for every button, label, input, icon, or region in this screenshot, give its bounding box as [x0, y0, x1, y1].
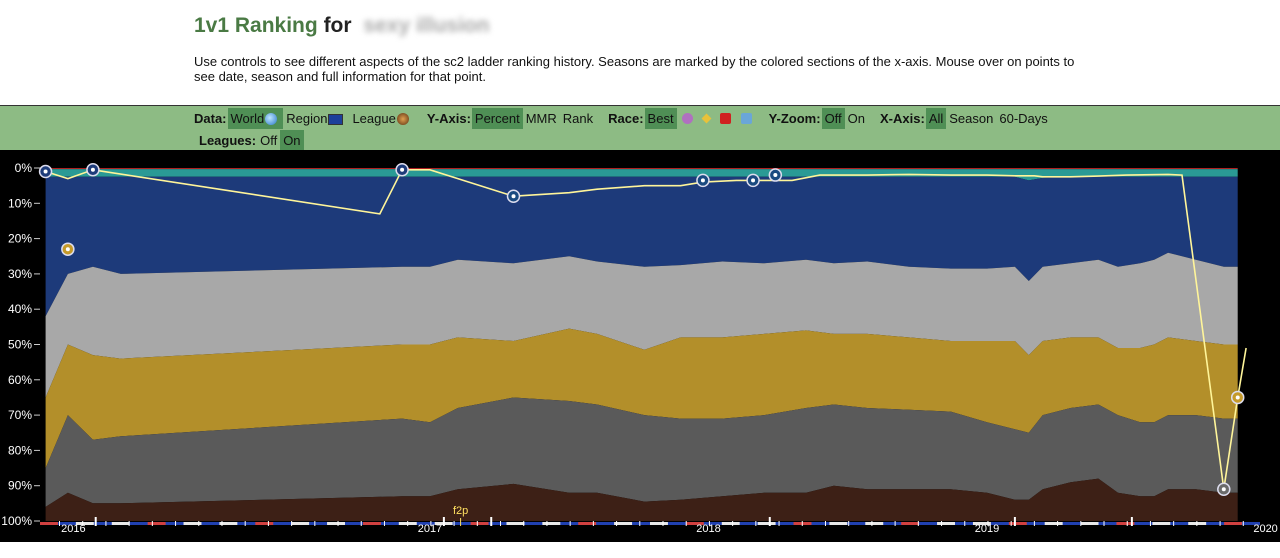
season-segment: [901, 522, 920, 525]
league-marker-gem: [43, 169, 48, 174]
season-segment: [506, 522, 525, 525]
x-axis-season-option[interactable]: Season: [946, 108, 996, 129]
f2p-annotation: f2p: [453, 505, 468, 517]
protoss-icon[interactable]: [740, 112, 752, 124]
season-segment: [111, 522, 130, 525]
data-group: Data: World Region League: [194, 107, 415, 129]
eu-flag-icon: [328, 113, 344, 125]
league-marker-gem: [65, 247, 70, 252]
season-segment: [721, 522, 740, 525]
x-tick-label: 2020: [1253, 523, 1277, 535]
league-marker-gem: [773, 173, 778, 178]
y-zoom-label: Y-Zoom:: [768, 110, 821, 126]
terran-icon[interactable]: [719, 112, 731, 124]
x-tick-label: 2017: [418, 523, 442, 535]
page-header: 1v1 Ranking for sexy illusion Use contro…: [194, 12, 1094, 84]
season-segment: [40, 522, 58, 525]
data-league-label: League: [352, 110, 396, 126]
title-text: 1v1 Ranking: [194, 14, 318, 37]
league-marker-gem: [751, 178, 756, 183]
y-tick-label: 30%: [8, 267, 32, 281]
league-marker-gem: [511, 194, 516, 199]
description: Use controls to see different aspects of…: [194, 54, 1075, 84]
data-region-option[interactable]: Region: [283, 108, 349, 129]
race-best-option[interactable]: Best: [644, 107, 677, 129]
season-segment: [147, 522, 166, 525]
season-segment: [757, 522, 776, 525]
league-icon: [396, 113, 409, 126]
y-axis-rank-option[interactable]: Rank: [560, 108, 596, 129]
season-segment: [291, 522, 310, 525]
data-world-option[interactable]: World: [227, 107, 284, 129]
y-zoom-off-option[interactable]: Off: [821, 107, 845, 129]
controls-bar: Data: World Region League Y-Axis: Percen…: [0, 105, 1280, 151]
title-for: for: [323, 14, 352, 37]
controls-row-2: Leagues: Off On: [199, 129, 316, 151]
data-label: Data:: [194, 110, 227, 126]
y-zoom-on-option[interactable]: On: [845, 108, 868, 129]
league-marker-gem: [90, 167, 95, 172]
y-axis-mmr-option[interactable]: MMR: [523, 108, 560, 129]
season-segment: [327, 522, 345, 525]
season-segment: [255, 522, 274, 525]
season-segment: [1080, 522, 1099, 525]
x-tick-label: 2019: [975, 523, 999, 535]
x-tick-label: 2018: [696, 523, 720, 535]
season-segment: [1224, 522, 1243, 525]
y-tick-label: 80%: [8, 443, 32, 457]
league-marker-gem: [700, 178, 705, 183]
league-marker-gem: [400, 167, 405, 172]
season-segment: [470, 522, 489, 525]
y-axis-percent-option[interactable]: Percent: [471, 107, 523, 129]
league-band-grandmaster: [45, 168, 1238, 170]
y-tick-label: 10%: [8, 196, 32, 210]
leagues-group: Leagues: Off On: [199, 129, 304, 151]
y-axis-group: Y-Axis: Percent MMR Rank: [426, 107, 596, 129]
race-label: Race:: [608, 110, 644, 126]
ranking-chart[interactable]: 0% 10% 20% 30% 40% 50% 60% 70% 80% 90% 100% 2016 201…: [0, 150, 1280, 542]
season-segment: [865, 522, 884, 525]
page-title: 1v1 Ranking for sexy illusion: [194, 12, 1094, 40]
random-icon[interactable]: [701, 113, 712, 123]
data-region-label: Region: [286, 110, 328, 126]
y-tick-label: 40%: [8, 302, 32, 316]
y-tick-label: 0%: [15, 161, 33, 175]
y-tick-label: 60%: [8, 373, 32, 387]
controls-row-1: Data: World Region League Y-Axis: Percen…: [194, 107, 1063, 129]
season-segment: [542, 522, 561, 525]
y-tick-label: 100%: [1, 514, 32, 528]
globe-icon: [265, 113, 278, 126]
data-league-option[interactable]: League: [349, 108, 414, 129]
zerg-icon[interactable]: [681, 112, 693, 124]
y-zoom-group: Y-Zoom: Off On: [768, 107, 868, 129]
race-group: Race: Best: [608, 107, 756, 129]
player-name: sexy illusion: [363, 14, 490, 37]
y-tick-label: 50%: [8, 338, 32, 352]
ranking-chart-svg[interactable]: 0% 10% 20% 30% 40% 50% 60% 70% 80% 90% 100% 2016 201…: [0, 150, 1280, 542]
y-axis-label: Y-Axis:: [426, 110, 471, 126]
y-tick-label: 20%: [8, 232, 32, 246]
season-segment: [362, 522, 381, 525]
x-axis-60-days-option[interactable]: 60-Days: [996, 108, 1050, 129]
league-marker-gem: [1221, 487, 1226, 492]
season-segment: [650, 522, 668, 525]
leagues-on-option[interactable]: On: [280, 129, 304, 151]
season-segment: [937, 522, 955, 525]
x-axis-all-option[interactable]: All: [925, 107, 947, 129]
x-tick-label: 2016: [61, 523, 85, 535]
data-world-label: World: [230, 110, 265, 126]
y-tick-label: 90%: [8, 479, 32, 493]
x-axis-label: X-Axis:: [880, 110, 925, 126]
leagues-label: Leagues:: [199, 132, 257, 148]
season-segment: [1044, 522, 1063, 525]
league-marker-gem: [1235, 395, 1240, 400]
leagues-off-option[interactable]: Off: [257, 130, 280, 151]
season-segment: [1152, 522, 1171, 525]
season-segment: [829, 522, 848, 525]
x-axis-group: X-Axis: All Season 60-Days: [880, 107, 1051, 129]
y-tick-label: 70%: [8, 408, 32, 422]
